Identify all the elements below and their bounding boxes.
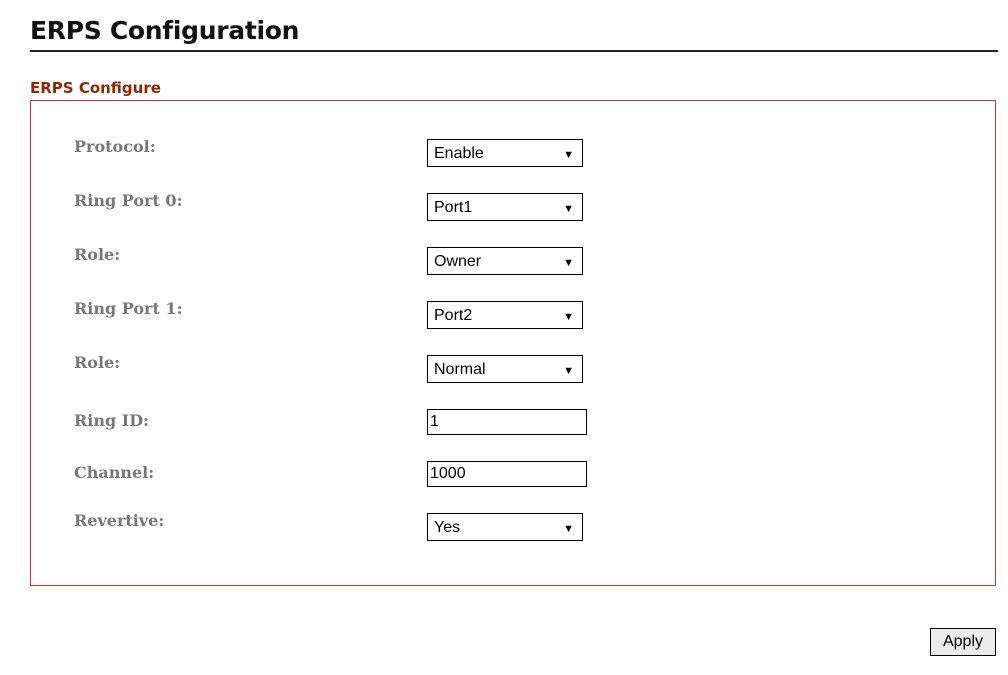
protocol-select-value: Enable bbox=[434, 145, 484, 162]
channel-input[interactable]: 1000 bbox=[427, 461, 587, 487]
channel-row: Channel: 1000 bbox=[31, 457, 995, 491]
ring-port-0-row: Ring Port 0: Port1 ▼ bbox=[31, 185, 995, 221]
revertive-select-value: Yes bbox=[434, 519, 461, 536]
protocol-label: Protocol: bbox=[74, 137, 156, 156]
dropdown-arrow-icon: ▼ bbox=[563, 523, 574, 535]
ring-port-1-select[interactable]: Port2 ▼ bbox=[427, 301, 583, 329]
dropdown-arrow-icon: ▼ bbox=[563, 365, 574, 377]
channel-label: Channel: bbox=[74, 463, 155, 482]
revertive-row: Revertive: Yes ▼ bbox=[31, 505, 995, 541]
role-1-label: Role: bbox=[74, 353, 121, 372]
ring-port-1-row: Ring Port 1: Port2 ▼ bbox=[31, 293, 995, 329]
revertive-label: Revertive: bbox=[74, 511, 165, 530]
role-1-row: Role: Normal ▼ bbox=[31, 347, 995, 383]
apply-button[interactable]: Apply bbox=[930, 628, 996, 656]
ring-id-label: Ring ID: bbox=[74, 411, 150, 430]
protocol-select[interactable]: Enable ▼ bbox=[427, 139, 583, 167]
ring-port-0-label: Ring Port 0: bbox=[74, 191, 183, 210]
role-1-select-value: Normal bbox=[434, 361, 486, 378]
section-title: ERPS Configure bbox=[30, 79, 161, 97]
dropdown-arrow-icon: ▼ bbox=[563, 149, 574, 161]
ring-port-0-select-value: Port1 bbox=[434, 199, 473, 216]
erps-configure-panel: Protocol: Enable ▼ Ring Port 0: Port1 ▼ … bbox=[30, 100, 996, 586]
dropdown-arrow-icon: ▼ bbox=[563, 203, 574, 215]
ring-id-input[interactable]: 1 bbox=[427, 409, 587, 435]
protocol-row: Protocol: Enable ▼ bbox=[31, 131, 995, 167]
role-0-select-value: Owner bbox=[434, 253, 482, 270]
role-0-row: Role: Owner ▼ bbox=[31, 239, 995, 275]
role-1-select[interactable]: Normal ▼ bbox=[427, 355, 583, 383]
ring-id-row: Ring ID: 1 bbox=[31, 405, 995, 439]
ring-port-1-label: Ring Port 1: bbox=[74, 299, 183, 318]
revertive-select[interactable]: Yes ▼ bbox=[427, 513, 583, 541]
ring-port-1-select-value: Port2 bbox=[434, 307, 473, 324]
dropdown-arrow-icon: ▼ bbox=[563, 257, 574, 269]
dropdown-arrow-icon: ▼ bbox=[563, 311, 574, 323]
role-0-label: Role: bbox=[74, 245, 121, 264]
role-0-select[interactable]: Owner ▼ bbox=[427, 247, 583, 275]
page-title: ERPS Configuration bbox=[30, 16, 300, 45]
ring-port-0-select[interactable]: Port1 ▼ bbox=[427, 193, 583, 221]
title-divider bbox=[30, 50, 998, 52]
